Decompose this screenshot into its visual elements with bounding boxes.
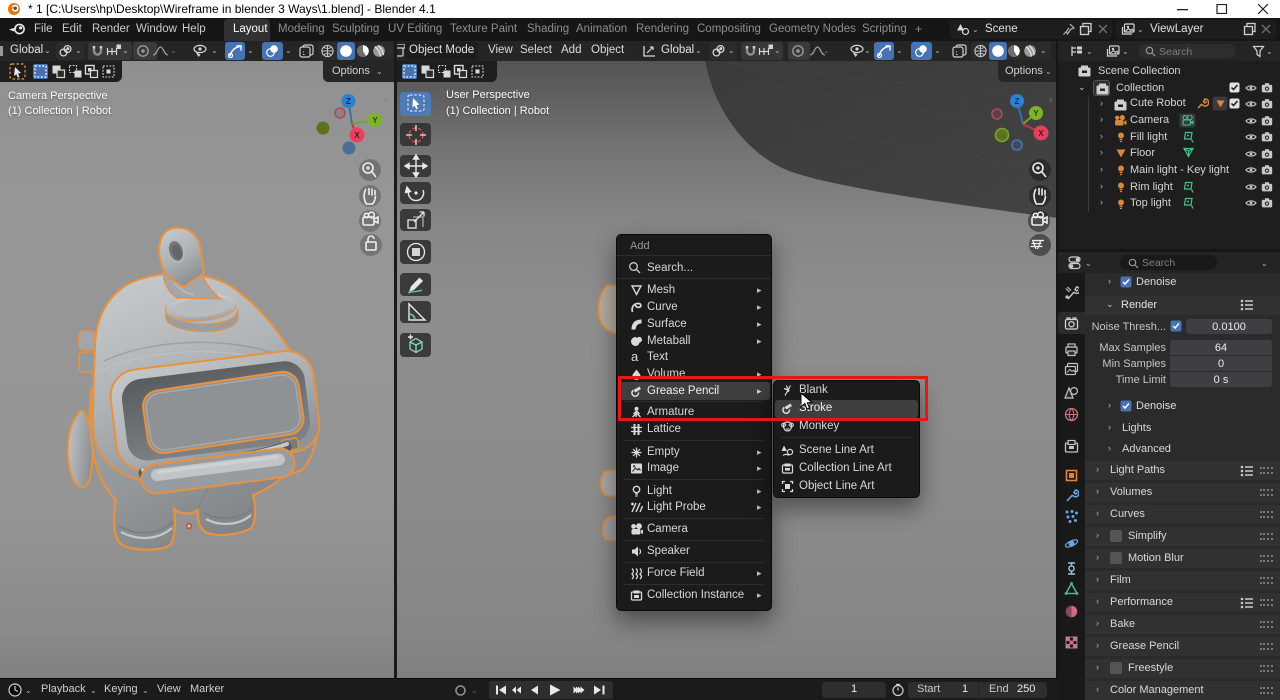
svg-text:Z: Z	[1015, 97, 1020, 106]
svg-text:Y: Y	[372, 116, 378, 125]
svg-text:Z: Z	[346, 97, 351, 106]
svg-text:X: X	[1038, 129, 1044, 138]
svg-text:X: X	[354, 131, 360, 140]
svg-text:Y: Y	[1033, 109, 1039, 118]
